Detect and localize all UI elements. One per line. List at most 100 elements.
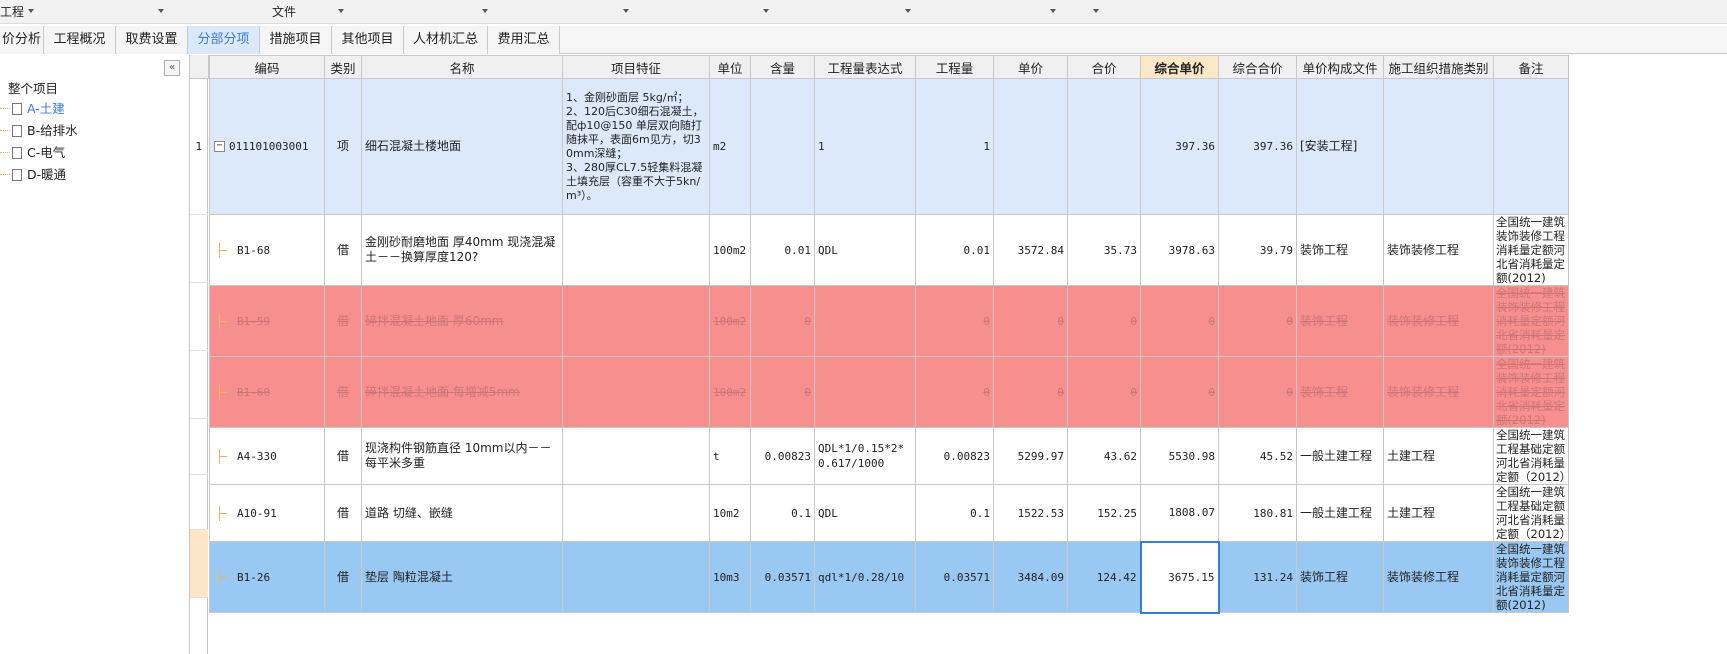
cell-measure-category[interactable]: 装饰装修工程 (1383, 285, 1494, 357)
cell-quantity[interactable]: 0.1 (915, 484, 994, 542)
cell-content[interactable]: 0 (750, 285, 815, 357)
file-menu-label[interactable]: 文件 (272, 3, 296, 20)
chevron-down-icon[interactable] (158, 9, 164, 13)
cell-quantity[interactable]: 1 (915, 78, 994, 215)
cell-unit-price[interactable] (993, 78, 1068, 215)
row-number-cell[interactable] (190, 351, 208, 419)
cell-expression[interactable]: QDL*1/0.15*2*0.617/1000 (814, 427, 916, 485)
cell-note[interactable]: 全国统一建筑工程基础定额河北省消耗量定额（2012） (1493, 427, 1569, 485)
column-header-content[interactable]: 含量 (750, 55, 815, 79)
column-header-comp-total-price[interactable]: 综合合价 (1218, 55, 1297, 79)
cell-note[interactable]: 全国统一建筑装饰装修工程消耗量定额河北省消耗量定额(2012) (1493, 356, 1569, 428)
tab-measure-items[interactable]: 措施项目 (260, 26, 332, 54)
cell-unit-price[interactable]: 3572.84 (993, 214, 1068, 286)
cell-price-file[interactable]: 一般土建工程 (1296, 427, 1384, 485)
cell-measure-category[interactable] (1383, 78, 1494, 215)
cell-name[interactable]: 现浇构件钢筋直径 10mm以内－－每平米多重 (361, 427, 563, 485)
column-header-total-price[interactable]: 合价 (1067, 55, 1141, 79)
chevron-down-icon[interactable] (338, 9, 344, 13)
table-row[interactable]: B1-60 借碎拌混凝土地面 每增减5mm 100m2 0 0 0 0 0 0 装饰工程 装饰装修工… (208, 356, 1569, 428)
cell-note[interactable]: 全国统一建筑装饰装修工程消耗量定额河北省消耗量定额(2012) (1493, 214, 1569, 286)
cell-unit-price[interactable]: 0 (993, 285, 1068, 357)
cell-code[interactable]: A10-91 (209, 484, 325, 542)
cell-measure-category[interactable]: 装饰装修工程 (1383, 356, 1494, 428)
collapse-panel-button[interactable]: « (164, 60, 180, 76)
table-row[interactable]: B1-68 借金刚砂耐磨地面 厚40mm 现浇混凝土－－换算厚度120? 100m2… (208, 214, 1569, 286)
cell-expression[interactable]: 1 (814, 78, 916, 215)
table-row[interactable]: A4-330 借现浇构件钢筋直径 10mm以内－－每平米多重 t 0.00823 QDL… (208, 427, 1569, 485)
cell-name[interactable]: 碎拌混凝土地面 厚60mm (361, 285, 563, 357)
cell-comp-unit-price[interactable]: 0 (1140, 285, 1219, 357)
cell-category[interactable]: 借 (324, 484, 362, 542)
chevron-down-icon[interactable] (1093, 9, 1099, 13)
cell-quantity[interactable]: 0.01 (915, 214, 994, 286)
tab-other-items[interactable]: 其他项目 (332, 26, 404, 54)
cell-feature[interactable]: 1、金刚砂面层 5kg/㎡； 2、120后C30细石混凝土，配ф10@150 单… (562, 78, 710, 215)
chevron-down-icon[interactable] (1050, 9, 1056, 13)
cell-price-file[interactable]: 装饰工程 (1296, 214, 1384, 286)
cell-unit[interactable]: 10m3 (709, 541, 751, 613)
row-number-cell[interactable] (190, 475, 208, 530)
cell-code[interactable]: B1-26 (209, 541, 325, 613)
tree-item-civil[interactable]: A-土建 (0, 99, 65, 119)
cell-comp-total-price[interactable]: 39.79 (1218, 214, 1297, 286)
cell-unit[interactable]: 100m2 (709, 214, 751, 286)
cell-comp-total-price[interactable]: 180.81 (1218, 484, 1297, 542)
tree-item-hvac[interactable]: D-暖通 (0, 165, 66, 185)
column-header-name[interactable]: 名称 (361, 55, 563, 79)
cell-feature[interactable] (562, 427, 710, 485)
cell-feature[interactable] (562, 285, 710, 357)
cell-name[interactable]: 细石混凝土楼地面 (361, 78, 563, 215)
column-header-price-file[interactable]: 单价构成文件 (1296, 55, 1384, 79)
cell-comp-total-price[interactable]: 397.36 (1218, 78, 1297, 215)
column-header-measure-category[interactable]: 施工组织措施类别 (1383, 55, 1494, 79)
tree-item-plumbing[interactable]: B-给排水 (0, 121, 78, 141)
column-header-feature[interactable]: 项目特征 (562, 55, 710, 79)
cell-content[interactable]: 0.01 (750, 214, 815, 286)
cell-content[interactable]: 0.00823 (750, 427, 815, 485)
table-row[interactable]: B1-59 借碎拌混凝土地面 厚60mm 100m2 0 0 0 0 0 0 装饰工程 装饰装修工程… (208, 285, 1569, 357)
cell-expression[interactable]: QDL (814, 484, 916, 542)
tree-item-electrical[interactable]: C-电气 (0, 143, 65, 163)
cell-content[interactable]: 0.03571 (750, 541, 815, 613)
cell-expression[interactable] (814, 285, 916, 357)
cell-code[interactable]: B1-68 (209, 214, 325, 286)
cell-unit-price[interactable]: 3484.09 (993, 541, 1068, 613)
cell-unit[interactable]: 100m2 (709, 285, 751, 357)
cell-total-price[interactable]: 0 (1067, 356, 1141, 428)
cell-category[interactable]: 借 (324, 285, 362, 357)
cell-note[interactable] (1493, 78, 1569, 215)
cell-unit[interactable]: m2 (709, 78, 751, 215)
cell-comp-unit-price[interactable]: 3978.63 (1140, 214, 1219, 286)
cell-content[interactable]: 0.1 (750, 484, 815, 542)
cell-category[interactable]: 借 (324, 427, 362, 485)
cell-price-file[interactable]: 一般土建工程 (1296, 484, 1384, 542)
cell-category[interactable]: 借 (324, 214, 362, 286)
row-number-cell[interactable] (190, 215, 208, 283)
column-header-category[interactable]: 类别 (324, 55, 362, 79)
row-number-cell[interactable] (190, 530, 208, 598)
column-header-note[interactable]: 备注 (1493, 55, 1569, 79)
cell-expression[interactable]: QDL (814, 214, 916, 286)
table-row[interactable]: 1−011101003001项细石混凝土楼地面1、金刚砂面层 5kg/㎡； 2、… (208, 78, 1569, 215)
cell-category[interactable]: 项 (324, 78, 362, 215)
cell-comp-unit-price[interactable]: 3675.15 (1139, 540, 1220, 614)
cell-category[interactable]: 借 (324, 541, 362, 613)
cell-unit[interactable]: t (709, 427, 751, 485)
chevron-down-icon[interactable] (482, 9, 488, 13)
cell-total-price[interactable]: 0 (1067, 285, 1141, 357)
cell-total-price[interactable] (1067, 78, 1141, 215)
cell-name[interactable]: 碎拌混凝土地面 每增减5mm (361, 356, 563, 428)
chevron-down-icon[interactable] (905, 9, 911, 13)
cell-name[interactable]: 金刚砂耐磨地面 厚40mm 现浇混凝土－－换算厚度120? (361, 214, 563, 286)
cell-quantity[interactable]: 0.03571 (915, 541, 994, 613)
cell-feature[interactable] (562, 214, 710, 286)
project-menu-label[interactable]: 工程 (0, 3, 24, 20)
cell-measure-category[interactable]: 土建工程 (1383, 427, 1494, 485)
cell-price-file[interactable]: 装饰工程 (1296, 285, 1384, 357)
column-header-unit-price[interactable]: 单价 (993, 55, 1068, 79)
tab-fee-settings[interactable]: 取费设置 (116, 26, 188, 54)
cell-price-file[interactable]: [安装工程] (1296, 78, 1384, 215)
column-header-expression[interactable]: 工程量表达式 (814, 55, 916, 79)
cell-category[interactable]: 借 (324, 356, 362, 428)
